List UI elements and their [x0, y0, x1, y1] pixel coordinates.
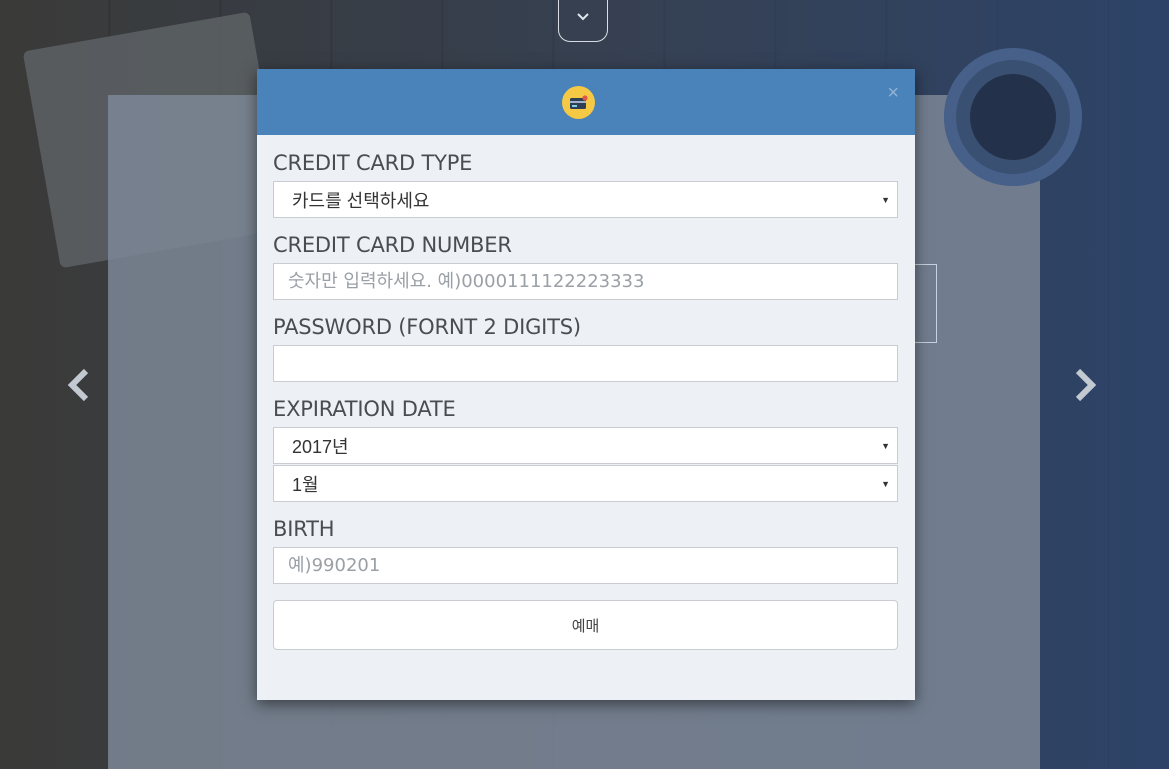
top-toggle-button[interactable] [558, 0, 608, 42]
password-group: PASSWORD (FORNT 2 DIGITS) [273, 315, 899, 382]
card-number-input[interactable] [273, 263, 898, 300]
credit-card-icon [562, 86, 595, 119]
password-input[interactable] [273, 345, 898, 382]
modal-header: × [257, 69, 915, 135]
background-cup-inner [970, 74, 1056, 160]
carousel-next-button[interactable] [1072, 368, 1098, 409]
close-button[interactable]: × [887, 83, 899, 103]
birth-label: BIRTH [273, 517, 335, 541]
modal-body: CREDIT CARD TYPE 카드를 선택하세요 ▼ CREDIT CARD… [257, 135, 915, 650]
caret-down-icon: ▼ [881, 441, 890, 451]
card-type-group: CREDIT CARD TYPE 카드를 선택하세요 ▼ [273, 151, 899, 218]
birth-group: BIRTH [273, 517, 899, 584]
chevron-left-icon [67, 368, 89, 402]
expiration-month-selected: 1월 [292, 474, 319, 495]
submit-button[interactable]: 예매 [273, 600, 898, 650]
payment-modal: × CREDIT CARD TYPE 카드를 선택하세요 ▼ CREDIT CA… [257, 69, 915, 700]
card-number-label: CREDIT CARD NUMBER [273, 233, 512, 257]
expiration-year-select[interactable]: 2017년 ▼ [273, 427, 898, 464]
chevron-down-icon [577, 13, 589, 21]
caret-down-icon: ▼ [881, 195, 890, 205]
card-type-select[interactable]: 카드를 선택하세요 ▼ [273, 181, 898, 218]
caret-down-icon: ▼ [881, 479, 890, 489]
card-number-group: CREDIT CARD NUMBER [273, 233, 899, 300]
expiration-month-select[interactable]: 1월 ▼ [273, 465, 898, 502]
chevron-right-icon [1075, 368, 1097, 402]
expiration-year-selected: 2017년 [292, 436, 349, 457]
password-label: PASSWORD (FORNT 2 DIGITS) [273, 315, 581, 339]
birth-input[interactable] [273, 547, 898, 584]
expiration-label: EXPIRATION DATE [273, 397, 456, 421]
card-type-selected: 카드를 선택하세요 [292, 190, 430, 211]
expiration-group: EXPIRATION DATE 2017년 ▼ 1월 ▼ [273, 397, 899, 502]
card-type-label: CREDIT CARD TYPE [273, 151, 473, 175]
carousel-prev-button[interactable] [66, 368, 92, 409]
